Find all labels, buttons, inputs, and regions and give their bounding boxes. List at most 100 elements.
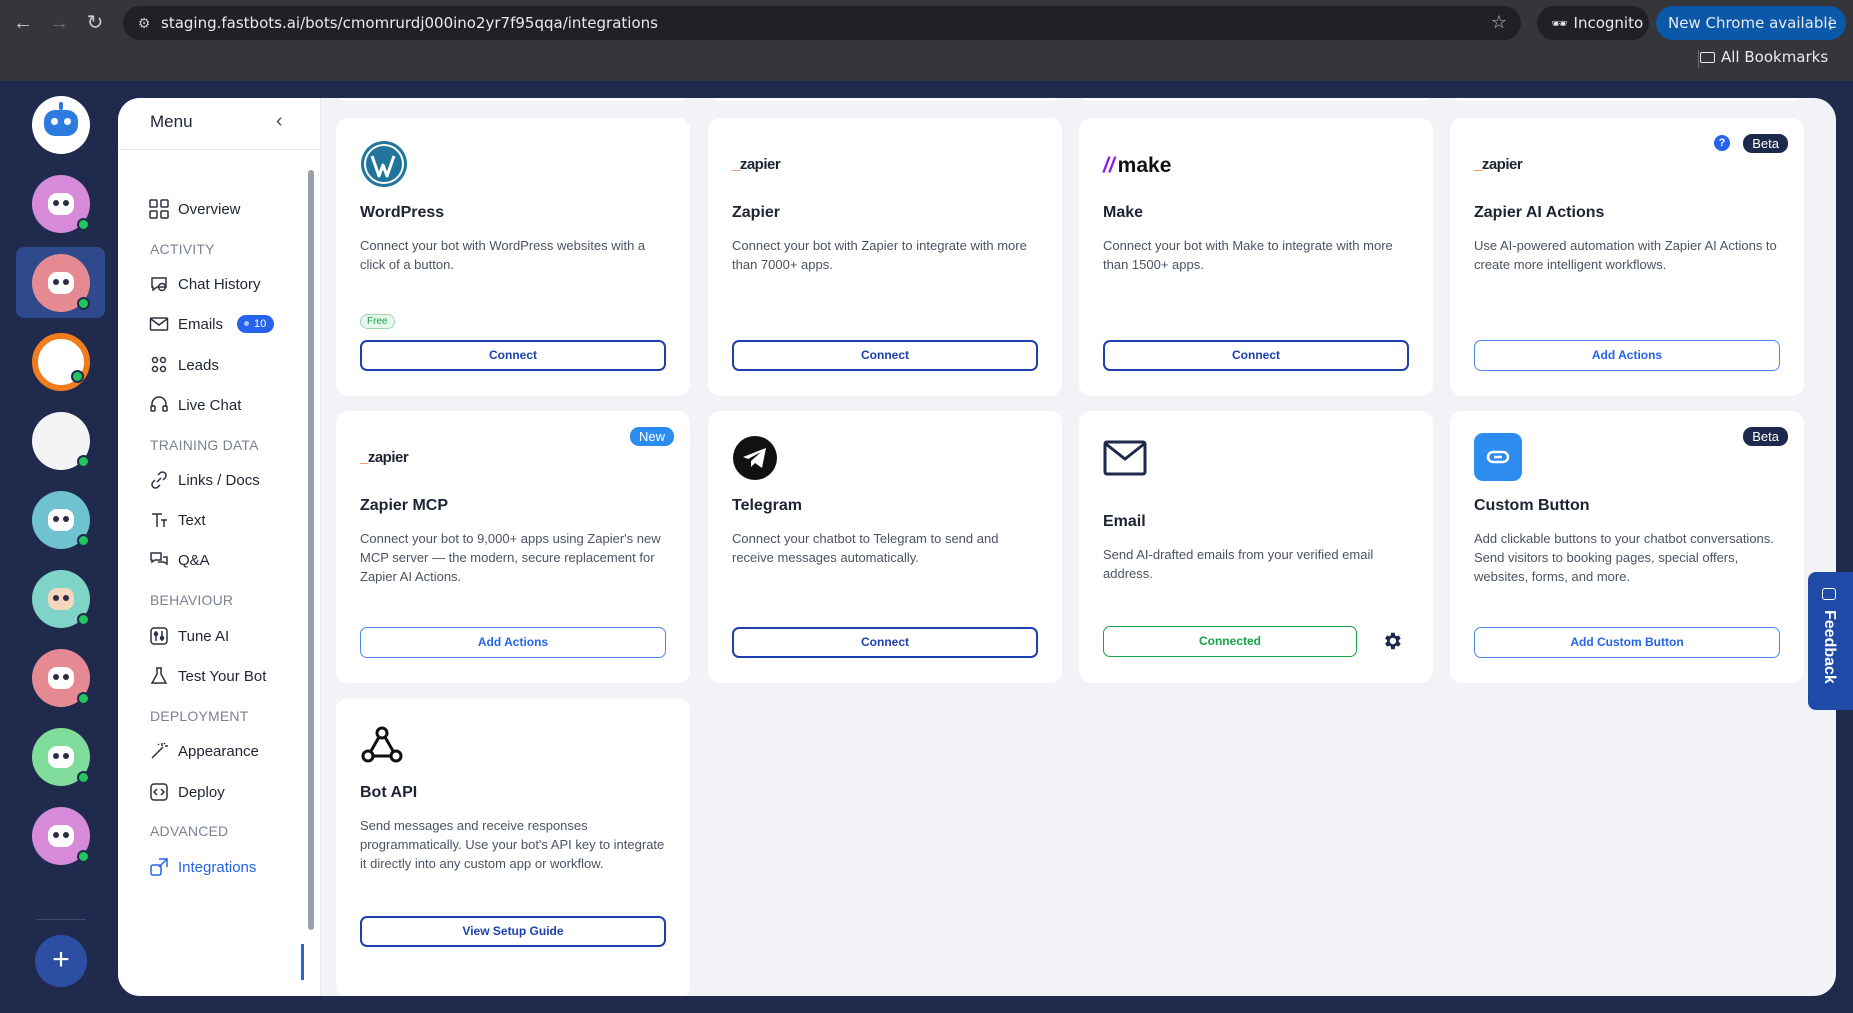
fastbots-logo[interactable] [32,96,90,154]
card-title: Telegram [732,497,802,514]
add-bot-button[interactable]: + [35,935,87,987]
zapier-ai-add-actions-button[interactable]: Add Actions [1474,340,1780,371]
address-bar[interactable]: ⚙ staging.fastbots.ai/bots/cmomrurdj000i… [123,6,1521,40]
forward-arrow-icon[interactable]: → [46,10,72,36]
card-description: Send AI-drafted emails from your verifie… [1103,547,1374,581]
rail-divider [36,919,86,920]
telegram-connect-button[interactable]: Connect [732,627,1038,658]
all-bookmarks[interactable]: All Bookmarks [1700,48,1828,66]
bot-avatar[interactable] [32,807,90,865]
bot-avatar-selected[interactable] [32,254,90,312]
make-logo-text: make [1117,154,1172,177]
online-indicator [77,455,90,468]
card-title: Zapier [732,204,781,221]
menu-scrollbar-thumb[interactable] [308,170,314,930]
menu-item-appearance[interactable]: Appearance [148,738,259,764]
online-indicator [77,534,90,547]
beta-badge: Beta [1743,427,1788,446]
bot-avatar[interactable] [32,649,90,707]
card-title: Make [1103,204,1144,221]
headset-icon [148,394,170,416]
menu-item-leads[interactable]: Leads [148,352,219,378]
menu-item-emails[interactable]: Emails 10 [148,311,275,337]
wordpress-logo-icon [360,140,408,193]
card-description: Use AI-powered automation with Zapier AI… [1474,238,1777,272]
all-bookmarks-label: All Bookmarks [1721,48,1829,66]
incognito-label: Incognito [1573,14,1644,32]
section-activity: ACTIVITY [150,241,215,257]
chrome-update-label: New Chrome available [1668,14,1837,32]
folder-icon [1700,52,1715,63]
menu-item-live-chat[interactable]: Live Chat [148,392,241,418]
menu-item-integrations[interactable]: Integrations [148,854,256,880]
feedback-tab[interactable]: Feedback [1808,572,1853,710]
new-badge: New [629,427,674,446]
menu-item-chat-history[interactable]: Chat History [148,271,261,297]
collapse-chevron-icon[interactable]: ‹ [276,110,283,133]
card-title: Bot API [360,784,418,801]
gear-icon[interactable] [1381,630,1403,652]
section-deployment: DEPLOYMENT [150,708,249,724]
online-indicator [77,218,90,231]
menu-item-label: Integrations [178,858,257,876]
back-arrow-icon[interactable]: ← [10,10,36,36]
help-icon[interactable]: ? [1714,135,1730,151]
bookmark-star-icon[interactable]: ☆ [1491,12,1507,33]
emails-count-badge: 10 [237,315,275,333]
add-custom-button-button[interactable]: Add Custom Button [1474,627,1780,658]
active-item-indicator [301,944,304,980]
bot-avatar[interactable] [32,333,90,391]
card-title: Zapier MCP [360,497,449,514]
chrome-update-button[interactable]: New Chrome available ⋮ [1656,6,1846,40]
menu-body: Overview ACTIVITY Chat History Emails 10… [118,150,321,996]
magic-wand-icon [148,740,170,762]
make-connect-button[interactable]: Connect [1103,340,1409,371]
robot-icon [44,110,78,136]
bot-avatar[interactable] [32,412,90,470]
card-description: Connect your chatbot to Telegram to send… [732,531,999,565]
card-offscreen [1079,98,1433,101]
site-settings-icon[interactable]: ⚙ [135,14,153,32]
menu-header: Menu ‹ [118,98,321,150]
card-description: Connect your bot with Make to integrate … [1103,238,1393,272]
zapier-connect-button[interactable]: Connect [732,340,1038,371]
bot-avatar[interactable] [32,175,90,233]
integration-card-zapier: _zapier Zapier Connect your bot with Zap… [708,118,1062,396]
grid-icon [148,198,170,220]
menu-item-label: Test Your Bot [178,667,267,685]
menu-item-tune-ai[interactable]: Tune AI [148,623,229,649]
integration-card-zapier-ai-actions: ? Beta _zapier Zapier AI Actions Use AI-… [1450,118,1804,396]
incognito-indicator[interactable]: 🕶 Incognito [1537,6,1649,40]
more-vert-icon[interactable]: ⋮ [1823,6,1838,40]
email-connected-button[interactable]: Connected [1103,626,1357,657]
badge-dot [244,321,250,326]
view-setup-guide-button[interactable]: View Setup Guide [360,916,666,947]
menu-item-qa[interactable]: Q&A [148,547,210,573]
menu-item-test-bot[interactable]: Test Your Bot [148,663,266,689]
menu-item-deploy[interactable]: Deploy [148,779,225,805]
integration-card-zapier-mcp: New _zapier Zapier MCP Connect your bot … [336,411,690,683]
menu-item-label: Live Chat [178,396,242,414]
browser-chrome: ← → ↻ ⚙ staging.fastbots.ai/bots/cmomrur… [0,0,1853,81]
wordpress-connect-button[interactable]: Connect [360,340,666,371]
reload-icon[interactable]: ↻ [82,10,108,36]
menu-item-label: Overview [178,200,241,218]
zapier-logo-text: zapier [367,449,409,466]
zapier-mcp-add-actions-button[interactable]: Add Actions [360,627,666,658]
menu-item-text[interactable]: Text [148,507,206,533]
menu-item-overview[interactable]: Overview [148,196,241,222]
webhook-icon [360,724,404,769]
card-description: Connect your bot with Zapier to integrat… [732,238,1027,272]
bot-avatar[interactable] [32,491,90,549]
bot-face-icon [48,193,74,215]
menu-sidebar: Menu ‹ Overview ACTIVITY Chat History Em… [118,98,321,996]
card-title: Zapier AI Actions [1474,204,1605,221]
qa-bubbles-icon [148,549,170,571]
main-panel: Menu ‹ Overview ACTIVITY Chat History Em… [118,98,1836,996]
users-icon [148,354,170,376]
card-title: Custom Button [1474,497,1590,514]
menu-item-links-docs[interactable]: Links / Docs [148,467,260,493]
bot-avatar[interactable] [32,728,90,786]
card-offscreen [336,98,690,101]
bot-avatar[interactable] [32,570,90,628]
